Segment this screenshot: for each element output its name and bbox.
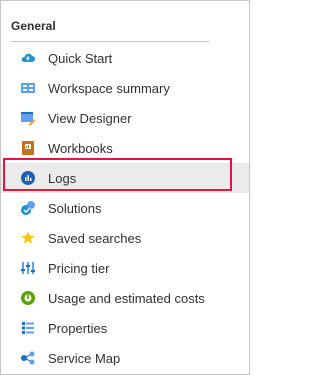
menu-item-properties[interactable]: Properties [1,313,249,343]
menu-item-pricing-tier[interactable]: Pricing tier [1,253,249,283]
star-icon [20,230,36,246]
section-title: General [11,19,56,33]
menu-item-label: Usage and estimated costs [48,290,205,306]
menu-item-label: Solutions [48,200,102,216]
menu-item-label: Workbooks [48,140,113,156]
pricing-bars-icon [20,260,36,276]
selection-highlight-box [3,158,232,191]
menu-item-label: Workspace summary [48,80,170,96]
menu-list: Quick Start Workspace summary View Desig… [1,43,249,373]
view-designer-icon [20,110,36,126]
summary-card-icon [20,80,36,96]
menu-item-label: Pricing tier [48,260,110,276]
menu-item-usage-and-estimated-costs[interactable]: Usage and estimated costs [1,283,249,313]
menu-item-label: Properties [48,320,108,336]
menu-item-service-map[interactable]: Service Map [1,343,249,373]
menu-item-solutions[interactable]: Solutions [1,193,249,223]
workbook-icon [20,140,36,156]
service-map-icon [20,350,36,366]
menu-item-label: Saved searches [48,230,142,246]
cloud-lightning-icon [20,50,36,66]
menu-item-label: View Designer [48,110,132,126]
menu-item-label: Quick Start [48,50,113,66]
usage-circle-icon [20,290,36,306]
properties-icon [20,320,36,336]
menu-item-workspace-summary[interactable]: Workspace summary [1,73,249,103]
navigation-panel: General Quick Start Workspace summary Vi… [0,0,250,375]
menu-item-label: Service Map [48,350,121,366]
menu-item-quick-start[interactable]: Quick Start [1,43,249,73]
solutions-icon [20,200,36,216]
section-divider [11,41,209,42]
menu-item-view-designer[interactable]: View Designer [1,103,249,133]
menu-item-saved-searches[interactable]: Saved searches [1,223,249,253]
